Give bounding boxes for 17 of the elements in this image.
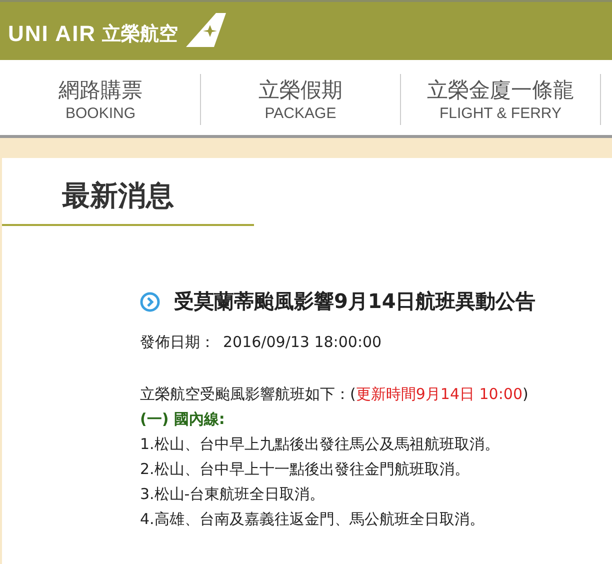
notice-item: 3.松山-台東航班全日取消。 [140,484,326,505]
nav-link[interactable]: 立榮假期 PACKAGE [201,74,401,125]
update-time: 更新時間9月14日 10:00 [356,385,522,403]
tail-logo-icon [186,13,226,47]
notice-item: 1.松山、台中早上九點後出發往馬公及馬祖航班取消。 [140,434,500,455]
closing-paren: ) [522,385,528,403]
section-title: 最新消息 [62,178,175,214]
date-value: 2016/09/13 18:00:00 [223,333,382,352]
nav-link[interactable]: 網路購票 BOOKING [1,74,201,125]
nav-link[interactable]: 立榮金廈一條龍 FLIGHT & FERRY [401,74,601,125]
notice-item: 2.松山、台中早上十一點後出發往金門航班取消。 [140,459,470,480]
subheading: (一) 國內線: [140,409,226,430]
date-label: 發佈日期： [140,333,215,352]
intro-text: 立榮航空受颱風影響航班如下：( [140,385,356,403]
article-title: 受莫蘭蒂颱風影響9月14日航班異動公告 [174,288,536,315]
notice-item: 4.高雄、台南及嘉義往返金門、馬公航班全日取消。 [140,509,486,530]
arrow-circle-icon [140,292,160,312]
